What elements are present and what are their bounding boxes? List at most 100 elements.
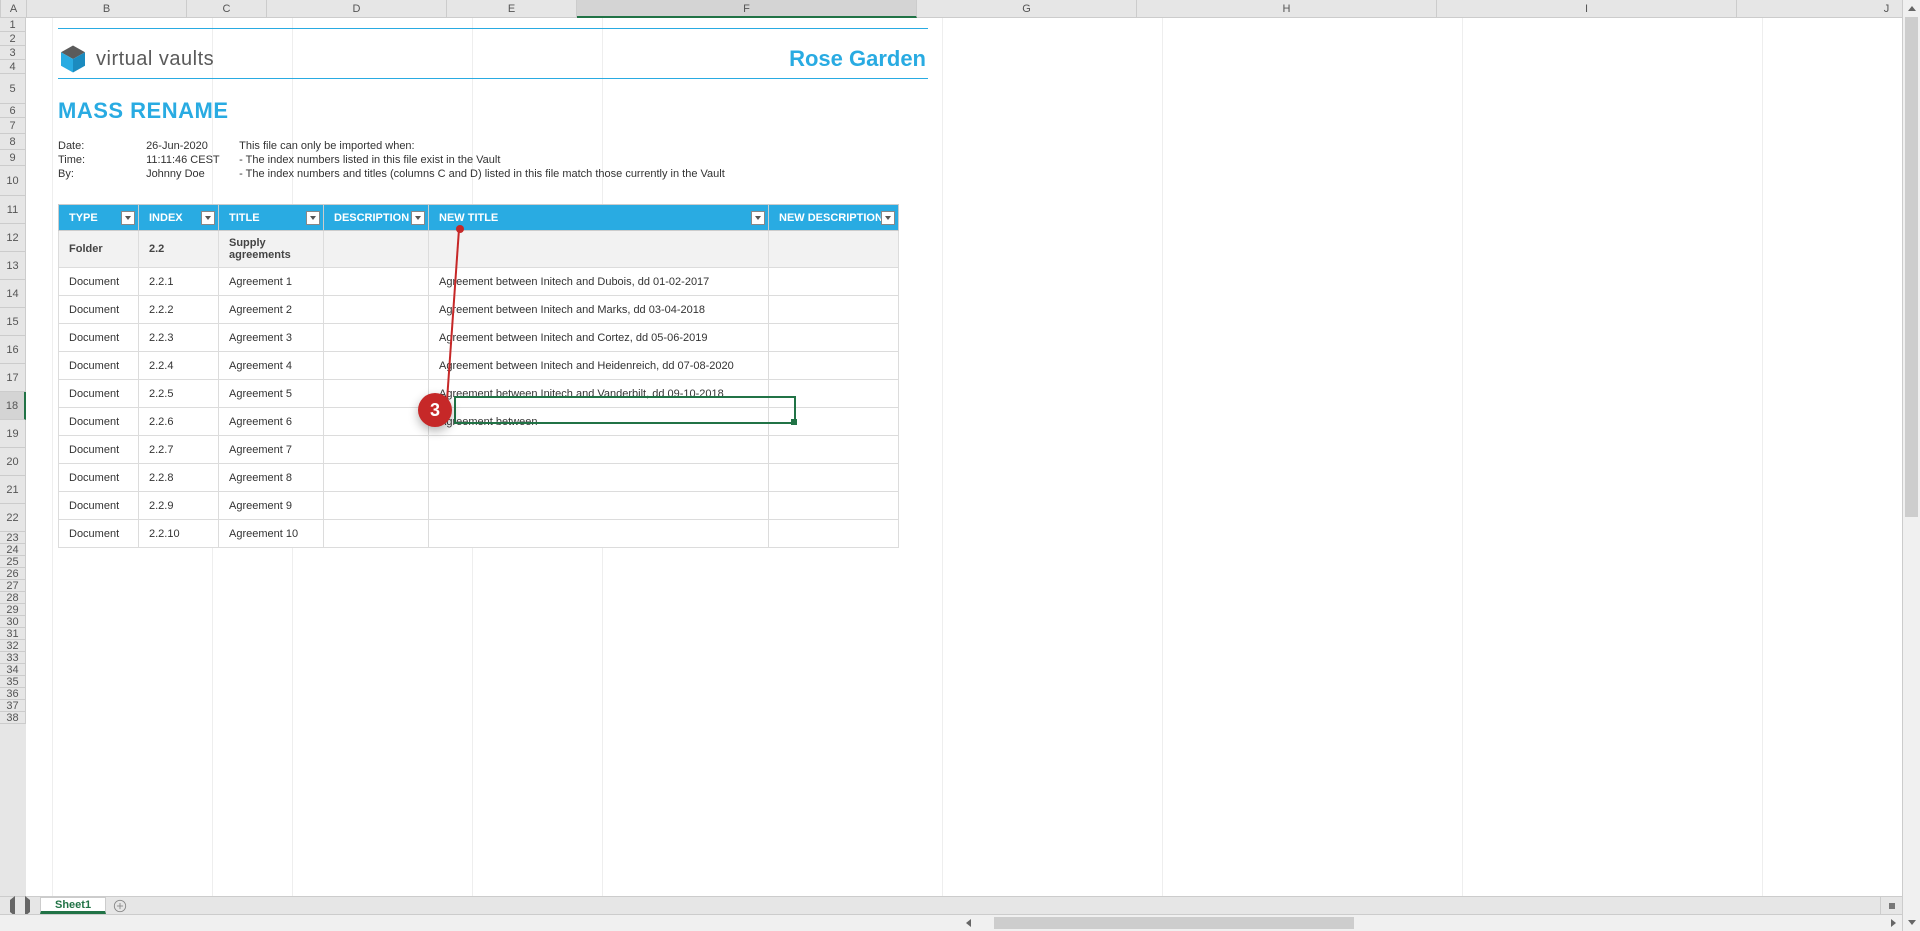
cell-description[interactable] [324,268,429,296]
cell-new-description[interactable] [769,324,899,352]
cell-type[interactable]: Document [59,296,139,324]
cell-title[interactable]: Agreement 5 [219,380,324,408]
cell-new-title[interactable]: Agreement between Initech and Marks, dd … [429,296,769,324]
row-header[interactable]: 35 [0,676,26,688]
sheet-tab[interactable]: Sheet1 [40,897,106,914]
sheet-nav-prev-icon[interactable] [10,900,15,912]
cell-index[interactable]: 2.2 [139,231,219,268]
cell-index[interactable]: 2.2.3 [139,324,219,352]
cell-description[interactable] [324,296,429,324]
cell-title[interactable]: Supply agreements [219,231,324,268]
cell-type[interactable]: Document [59,380,139,408]
cell-type[interactable]: Document [59,408,139,436]
th-title[interactable]: TITLE [219,205,324,231]
cell-title[interactable]: Agreement 7 [219,436,324,464]
cell-description[interactable] [324,464,429,492]
row-header[interactable]: 21 [0,476,26,504]
cell-index[interactable]: 2.2.5 [139,380,219,408]
row-header[interactable]: 7 [0,118,26,134]
cell-new-description[interactable] [769,380,899,408]
cell-new-description[interactable] [769,296,899,324]
row-header[interactable]: 8 [0,134,26,150]
column-header[interactable]: E [447,0,577,18]
horizontal-scrollbar[interactable] [0,914,1902,931]
cell-new-description[interactable] [769,436,899,464]
vscroll-up-icon[interactable] [1903,0,1920,17]
row-header[interactable]: 3 [0,46,26,60]
row-header[interactable]: 22 [0,504,26,532]
sheet-status-box[interactable] [1880,897,1902,914]
row-header[interactable]: 14 [0,280,26,308]
cell-type[interactable]: Document [59,520,139,548]
cell-new-title[interactable] [429,464,769,492]
cell-type[interactable]: Document [59,492,139,520]
cell-new-title[interactable] [429,520,769,548]
cell-title[interactable]: Agreement 6 [219,408,324,436]
row-header[interactable]: 12 [0,224,26,252]
row-header[interactable]: 29 [0,604,26,616]
row-header[interactable]: 4 [0,60,26,74]
cell-new-description[interactable] [769,352,899,380]
row-header[interactable]: 18 [0,392,26,420]
row-header[interactable]: 1 [0,18,26,32]
cell-index[interactable]: 2.2.8 [139,464,219,492]
row-header[interactable]: 26 [0,568,26,580]
cell-title[interactable]: Agreement 2 [219,296,324,324]
row-header[interactable]: 32 [0,640,26,652]
row-header[interactable]: 20 [0,448,26,476]
cell-type[interactable]: Document [59,464,139,492]
row-header[interactable]: 19 [0,420,26,448]
add-sheet-button[interactable] [108,897,132,914]
column-header[interactable]: C [187,0,267,18]
cell-new-description[interactable] [769,464,899,492]
cell-new-description[interactable] [769,520,899,548]
cell-index[interactable]: 2.2.10 [139,520,219,548]
cell-title[interactable]: Agreement 10 [219,520,324,548]
select-all-corner[interactable] [0,0,1,18]
cell-type[interactable]: Document [59,324,139,352]
cell-new-title[interactable]: Agreement between Initech and Cortez, dd… [429,324,769,352]
row-header[interactable]: 25 [0,556,26,568]
cell-title[interactable]: Agreement 3 [219,324,324,352]
column-header[interactable]: I [1437,0,1737,18]
cell-description[interactable] [324,231,429,268]
filter-icon[interactable] [881,211,895,225]
filter-icon[interactable] [751,211,765,225]
cell-description[interactable] [324,492,429,520]
cell-type[interactable]: Folder [59,231,139,268]
cell-index[interactable]: 2.2.2 [139,296,219,324]
filter-icon[interactable] [306,211,320,225]
cell-type[interactable]: Document [59,436,139,464]
column-header[interactable]: D [267,0,447,18]
row-header[interactable]: 10 [0,166,26,196]
row-header[interactable]: 37 [0,700,26,712]
row-header[interactable]: 38 [0,712,26,724]
cell-description[interactable] [324,436,429,464]
column-header[interactable]: H [1137,0,1437,18]
row-header[interactable]: 28 [0,592,26,604]
filter-icon[interactable] [121,211,135,225]
hscroll-left-icon[interactable] [960,915,977,931]
th-index[interactable]: INDEX [139,205,219,231]
cell-index[interactable]: 2.2.6 [139,408,219,436]
cell-title[interactable]: Agreement 8 [219,464,324,492]
cell-new-title[interactable]: Agreement between Initech and Heidenreic… [429,352,769,380]
row-header[interactable]: 16 [0,336,26,364]
cell-type[interactable]: Document [59,352,139,380]
th-new-title[interactable]: NEW TITLE [429,205,769,231]
cell-new-title[interactable]: Agreement between Initech and Dubois, dd… [429,268,769,296]
cell-description[interactable] [324,380,429,408]
column-header[interactable]: G [917,0,1137,18]
cell-new-description[interactable] [769,408,899,436]
cell-index[interactable]: 2.2.1 [139,268,219,296]
row-header[interactable]: 13 [0,252,26,280]
column-header[interactable]: A [1,0,27,18]
cell-new-title[interactable]: Agreement between Initech and Vanderbilt… [429,380,769,408]
row-header[interactable]: 34 [0,664,26,676]
cell-index[interactable]: 2.2.9 [139,492,219,520]
column-header[interactable]: B [27,0,187,18]
cell-new-description[interactable] [769,492,899,520]
cell-title[interactable]: Agreement 4 [219,352,324,380]
cell-new-title[interactable] [429,492,769,520]
row-header[interactable]: 36 [0,688,26,700]
